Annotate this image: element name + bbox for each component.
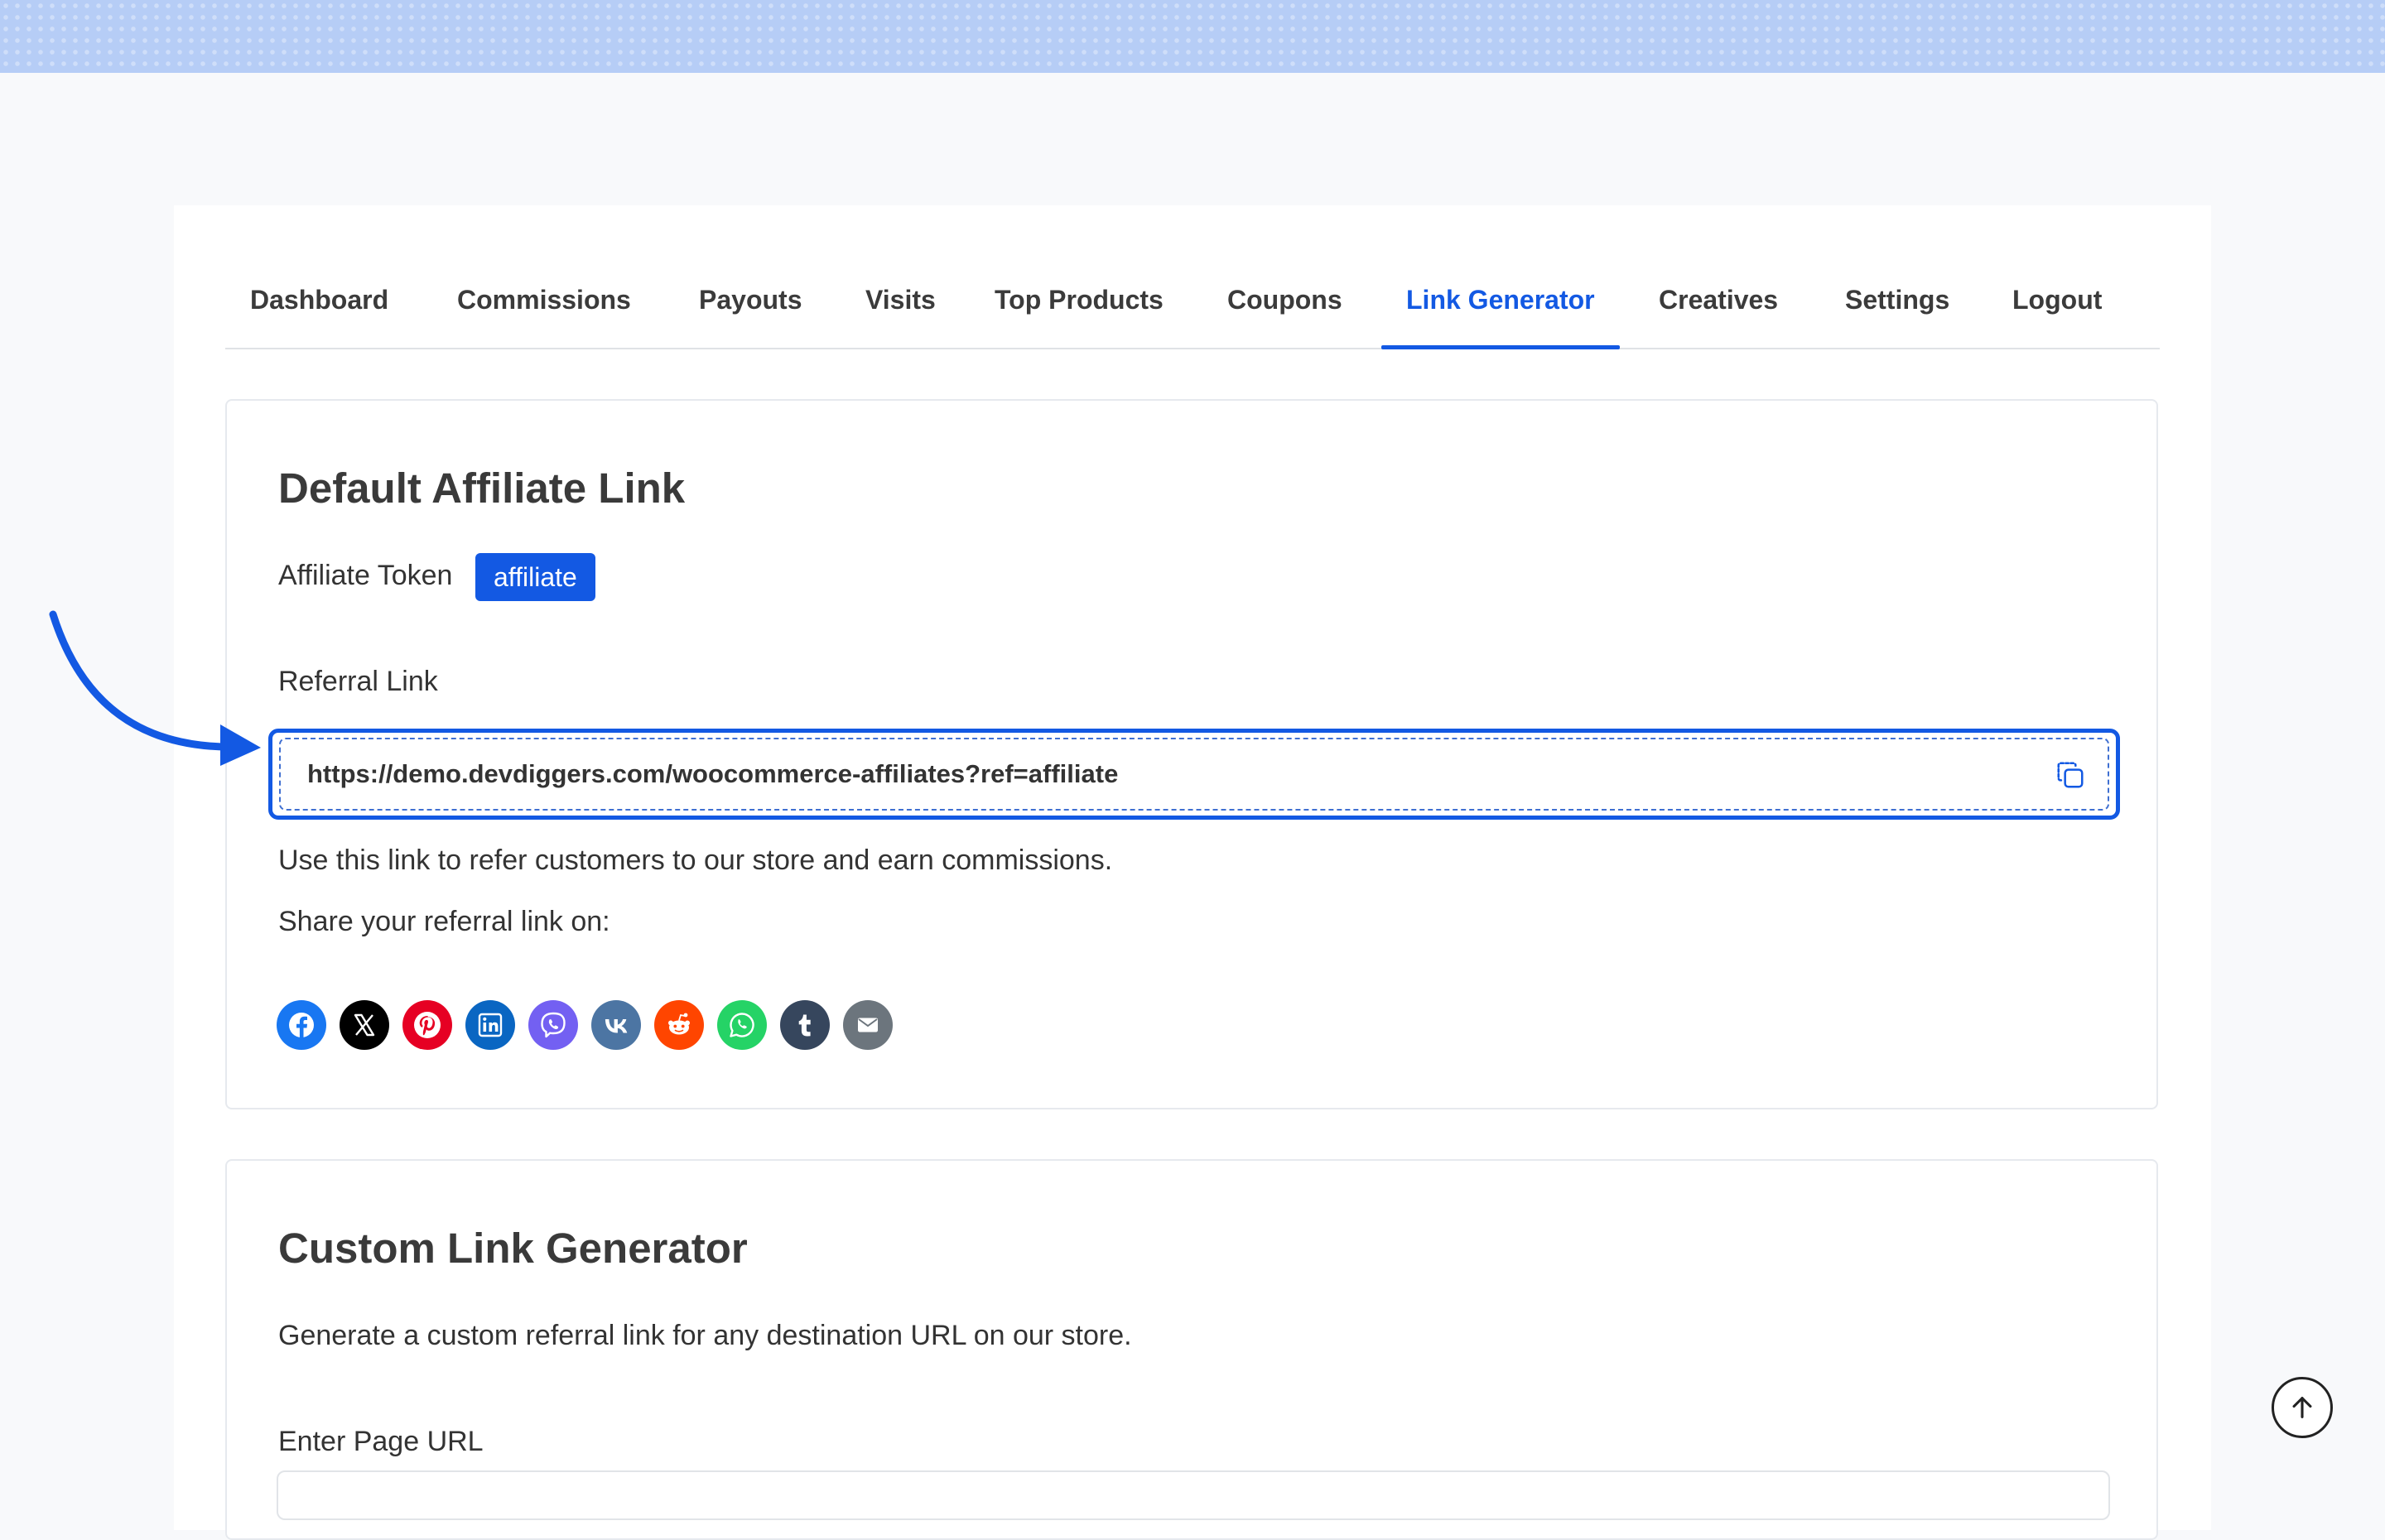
referral-link-highlight: https://demo.devdiggers.com/woocommerce-… (268, 729, 2120, 820)
tab-commissions[interactable]: Commissions (457, 273, 631, 348)
arrow-up-icon (2292, 1397, 2312, 1418)
pinterest-icon[interactable] (402, 1000, 452, 1050)
email-icon[interactable] (843, 1000, 893, 1050)
tab-coupons[interactable]: Coupons (1227, 273, 1342, 348)
tab-creatives[interactable]: Creatives (1659, 273, 1778, 348)
tab-settings[interactable]: Settings (1845, 273, 1949, 348)
top-banner (0, 0, 2385, 73)
tab-dashboard[interactable]: Dashboard (250, 273, 388, 348)
tab-link-generator[interactable]: Link Generator (1381, 273, 1620, 349)
linkedin-icon[interactable] (465, 1000, 515, 1050)
x-icon[interactable] (340, 1000, 389, 1050)
whatsapp-icon[interactable] (717, 1000, 767, 1050)
copy-icon[interactable] (2055, 759, 2086, 791)
page-url-label: Enter Page URL (278, 1426, 484, 1457)
tab-logout[interactable]: Logout (2012, 273, 2102, 348)
affiliate-token-label: Affiliate Token (278, 560, 453, 591)
tumblr-icon[interactable] (780, 1000, 830, 1050)
affiliate-token-badge: affiliate (475, 553, 595, 601)
tab-top-products[interactable]: Top Products (995, 273, 1164, 348)
default-link-title: Default Affiliate Link (278, 464, 686, 512)
account-nav: Dashboard Commissions Payouts Visits Top… (225, 273, 2160, 349)
scroll-to-top-button[interactable] (2272, 1377, 2333, 1438)
custom-link-description: Generate a custom referral link for any … (278, 1320, 1132, 1351)
vk-icon[interactable] (591, 1000, 641, 1050)
referral-description: Use this link to refer customers to our … (278, 845, 1113, 876)
tab-visits[interactable]: Visits (865, 273, 936, 348)
referral-link-url: https://demo.devdiggers.com/woocommerce-… (307, 759, 1119, 788)
tab-payouts[interactable]: Payouts (699, 273, 802, 348)
referral-link-field[interactable]: https://demo.devdiggers.com/woocommerce-… (279, 738, 2109, 811)
custom-link-title: Custom Link Generator (278, 1225, 748, 1272)
reddit-icon[interactable] (654, 1000, 704, 1050)
viber-icon[interactable] (528, 1000, 578, 1050)
custom-link-generator-card: Custom Link Generator Generate a custom … (225, 1159, 2158, 1540)
share-label: Share your referral link on: (278, 906, 610, 937)
annotation-arrow (49, 610, 261, 766)
referral-link-label: Referral Link (278, 666, 438, 697)
default-affiliate-link-card: Default Affiliate Link Affiliate Token a… (225, 399, 2158, 1109)
facebook-icon[interactable] (277, 1000, 326, 1050)
page-url-input[interactable] (277, 1470, 2110, 1520)
